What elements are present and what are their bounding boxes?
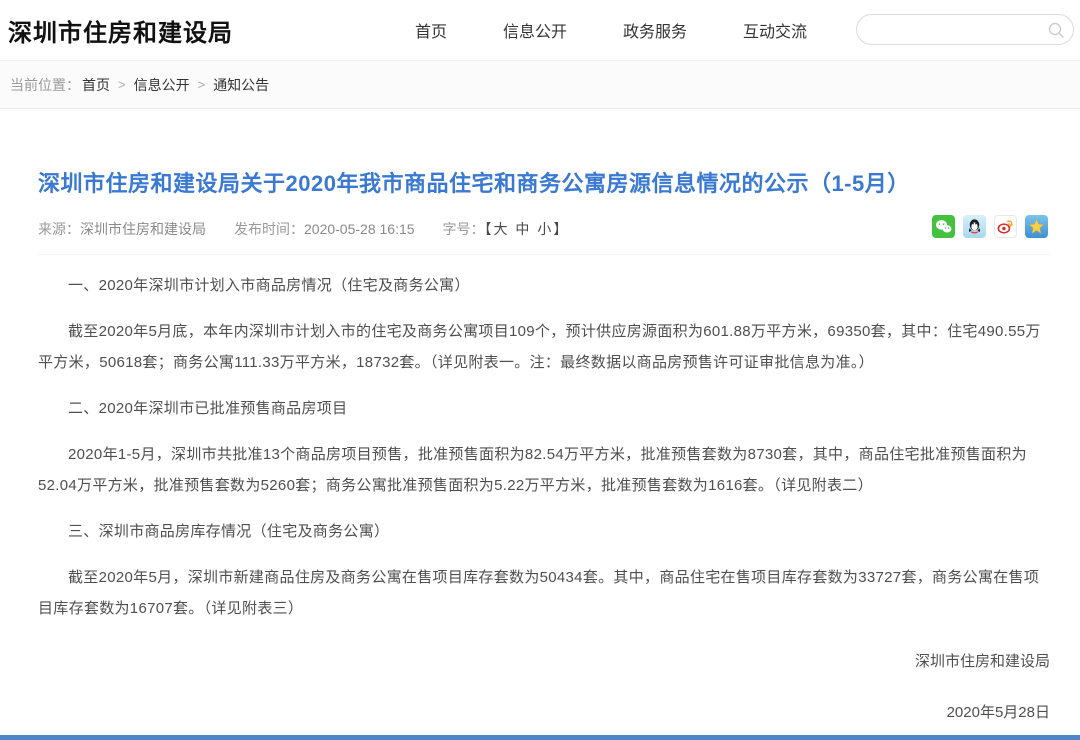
meta-source-label: 来源： <box>38 221 80 237</box>
article-date: 2020年5月28日 <box>38 701 1050 732</box>
breadcrumb-item-home[interactable]: 首页 <box>82 75 110 95</box>
meta-fontsize-label: 字号： <box>443 221 485 237</box>
paragraph-section2-heading: 二、2020年深圳市已批准预售商品房项目 <box>38 393 1050 424</box>
nav-item-interaction[interactable]: 互动交流 <box>743 18 807 42</box>
meta-fontsize: 字号：【大 中 小】 <box>443 219 570 239</box>
paragraph-section1-body: 截至2020年5月底，本年内深圳市计划入市的住宅及商务公寓项目109个，预计供应… <box>38 316 1050 378</box>
paragraph-section3-heading: 三、深圳市商品房库存情况（住宅及商务公寓） <box>38 516 1050 547</box>
breadcrumb-separator: > <box>198 77 206 92</box>
breadcrumb-item-notices[interactable]: 通知公告 <box>213 75 269 95</box>
meta-time-label: 发布时间： <box>234 221 304 237</box>
site-header: 深圳市住房和建设局 首页 信息公开 政务服务 互动交流 <box>0 0 1080 60</box>
share-buttons <box>932 215 1048 238</box>
search-icon[interactable] <box>1043 17 1069 43</box>
paragraph-section3-body: 截至2020年5月，深圳市新建商品住房及商务公寓在售项目库存套数为50434套。… <box>38 562 1050 624</box>
paragraph-section2-body: 2020年1-5月，深圳市共批准13个商品房项目预售，批准预售面积为82.54万… <box>38 439 1050 501</box>
article-title: 深圳市住房和建设局关于2020年我市商品住宅和商务公寓房源信息情况的公示（1-5… <box>38 166 1050 198</box>
weibo-share-icon[interactable] <box>994 215 1017 238</box>
breadcrumb-separator: > <box>118 77 126 92</box>
article-body: 一、2020年深圳市计划入市商品房情况（住宅及商务公寓） 截至2020年5月底，… <box>38 270 1050 624</box>
meta-divider <box>38 254 1050 255</box>
meta-publish-time: 发布时间：2020-05-28 16:15 <box>234 219 415 239</box>
nav-item-info-disclosure[interactable]: 信息公开 <box>503 18 567 42</box>
search-input[interactable] <box>857 22 1043 37</box>
search-box[interactable] <box>856 14 1074 45</box>
meta-time-value: 2020-05-28 16:15 <box>304 221 415 237</box>
wechat-share-icon[interactable] <box>932 215 955 238</box>
breadcrumb: 当前位置： 首页 > 信息公开 > 通知公告 <box>0 60 1080 109</box>
article-signature: 深圳市住房和建设局 <box>38 650 1050 671</box>
qq-share-icon[interactable] <box>963 215 986 238</box>
article-meta: 来源：深圳市住房和建设局 发布时间：2020-05-28 16:15 字号：【大… <box>38 219 1050 239</box>
meta-source-value: 深圳市住房和建设局 <box>80 221 206 237</box>
site-title: 深圳市住房和建设局 <box>8 13 233 48</box>
fontsize-selector[interactable]: 【大 中 小】 <box>485 221 570 237</box>
bottom-accent-bar <box>0 735 1080 740</box>
nav-item-home[interactable]: 首页 <box>415 18 447 42</box>
breadcrumb-label: 当前位置： <box>10 75 80 95</box>
paragraph-section1-heading: 一、2020年深圳市计划入市商品房情况（住宅及商务公寓） <box>38 270 1050 301</box>
qzone-share-icon[interactable] <box>1025 215 1048 238</box>
breadcrumb-item-info-disclosure[interactable]: 信息公开 <box>134 75 190 95</box>
meta-source: 来源：深圳市住房和建设局 <box>38 219 206 239</box>
main-nav: 首页 信息公开 政务服务 互动交流 <box>415 0 807 60</box>
nav-item-gov-services[interactable]: 政务服务 <box>623 18 687 42</box>
article: 深圳市住房和建设局关于2020年我市商品住宅和商务公寓房源信息情况的公示（1-5… <box>0 166 1080 732</box>
